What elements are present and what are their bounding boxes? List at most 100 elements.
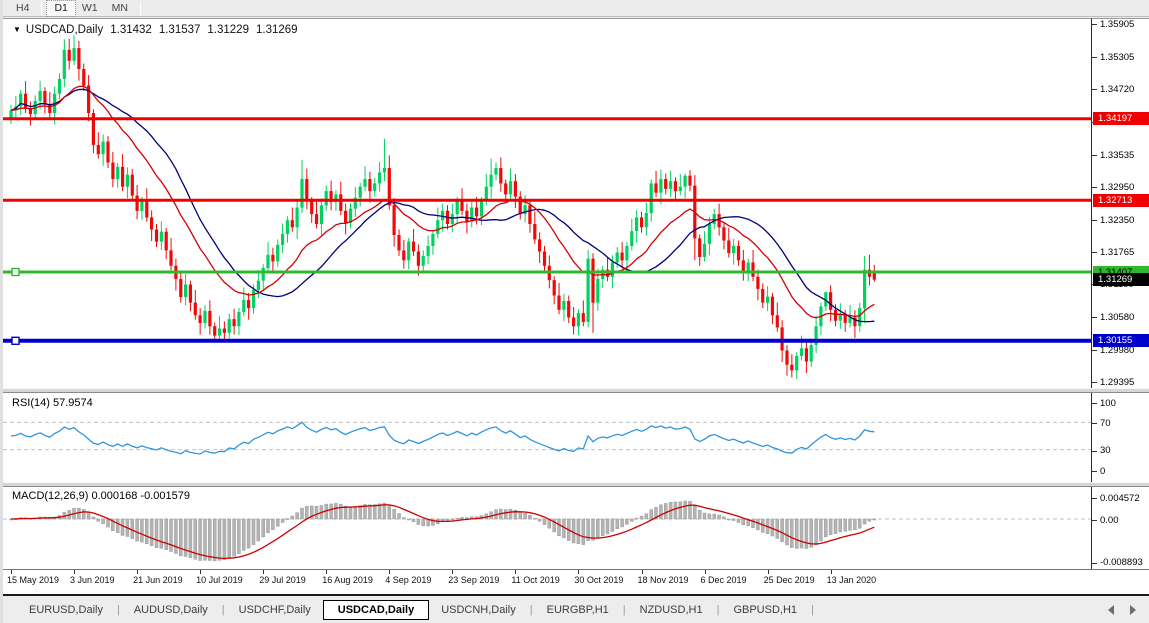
- macd-bar: [160, 519, 163, 548]
- macd-bar: [82, 509, 85, 519]
- macd-bar: [179, 519, 182, 556]
- macd-bar: [218, 519, 221, 560]
- price-tick-label: 1.35905: [1100, 19, 1134, 30]
- candle-body: [708, 224, 711, 244]
- candle-body: [465, 211, 468, 222]
- timeframe-button-MN[interactable]: MN: [105, 1, 135, 16]
- timeframe-button-H4[interactable]: H4: [9, 1, 36, 16]
- candle-body: [228, 319, 231, 333]
- macd-bar: [839, 519, 842, 532]
- candle-body: [475, 208, 478, 217]
- toolbar-separator: [140, 2, 141, 15]
- candle-body: [732, 246, 735, 253]
- macd-bar: [873, 519, 876, 520]
- rsi-panel[interactable]: [3, 393, 1091, 482]
- rsi-name: RSI(14): [12, 397, 50, 409]
- rsi-tick-label: 30: [1100, 445, 1111, 456]
- macd-bar: [155, 519, 158, 548]
- candle-body: [397, 235, 400, 250]
- panel-splitter[interactable]: [3, 388, 1149, 393]
- macd-bar: [596, 519, 599, 538]
- macd-bar: [92, 517, 95, 519]
- tab-usdchf-daily[interactable]: USDCHF,Daily: [227, 601, 323, 619]
- macd-bar: [722, 517, 725, 519]
- candle-body: [257, 281, 260, 290]
- tab-gbpusd-h1[interactable]: GBPUSD,H1: [721, 601, 809, 619]
- candle-body: [407, 242, 410, 261]
- line-anchor-marker[interactable]: [12, 269, 19, 276]
- macd-bar: [339, 504, 342, 519]
- macd-tick-label: 0.00: [1100, 515, 1119, 526]
- macd-bar: [635, 518, 638, 519]
- ohlc-close: 1.31269: [256, 24, 298, 36]
- candle-body: [645, 213, 648, 227]
- macd-bar: [87, 512, 90, 519]
- price-level-badge: 1.30155: [1093, 334, 1149, 347]
- timeframe-button-W1[interactable]: W1: [75, 1, 105, 16]
- candle-body: [567, 301, 570, 318]
- price-tick-label: 1.32950: [1100, 182, 1134, 193]
- panel-splitter[interactable]: [3, 482, 1149, 487]
- axis-tick: [1092, 220, 1097, 221]
- macd-bar: [208, 519, 211, 561]
- tab-usdcad-daily[interactable]: USDCAD,Daily: [323, 600, 429, 620]
- price-level-badge: 1.34197: [1093, 112, 1149, 125]
- price-tick-label: 1.33535: [1100, 150, 1134, 161]
- macd-tick-label: 0.004572: [1100, 493, 1140, 504]
- candle-body: [427, 246, 430, 256]
- price-level-badge: 1.32713: [1093, 194, 1149, 207]
- main-chart-plot[interactable]: [3, 18, 1091, 388]
- candle-body: [325, 191, 328, 205]
- axis-tick: [1092, 252, 1097, 253]
- macd-bar: [412, 519, 415, 522]
- macd-bar: [271, 519, 274, 530]
- macd-bar: [781, 519, 784, 542]
- tabs-scroll-left-icon[interactable]: [1108, 605, 1114, 615]
- tab-audusd-daily[interactable]: AUDUSD,Daily: [122, 601, 220, 619]
- macd-bar: [582, 519, 585, 545]
- candle-body: [266, 255, 269, 268]
- tab-usdcnh-daily[interactable]: USDCNH,Daily: [429, 601, 528, 619]
- candle-body: [621, 253, 624, 261]
- tab-eurgbp-h1[interactable]: EURGBP,H1: [535, 601, 621, 619]
- macd-bar: [868, 519, 871, 521]
- date-axis[interactable]: 15 May 20193 Jun 201921 Jun 201910 Jul 2…: [3, 569, 1149, 596]
- rsi-line: [11, 422, 874, 454]
- axis-tick: [1092, 155, 1097, 156]
- macd-bar: [102, 519, 105, 524]
- candle-body: [436, 220, 439, 234]
- macd-bar: [242, 519, 245, 550]
- date-label: 3 Jun 2019: [70, 575, 115, 585]
- candle-body: [373, 183, 376, 191]
- collapse-icon[interactable]: ▼: [13, 25, 21, 34]
- macd-bar: [291, 516, 294, 519]
- candle-body: [587, 259, 590, 322]
- macd-bar: [708, 514, 711, 519]
- macd-bar: [378, 504, 381, 519]
- candle-body: [761, 289, 764, 303]
- macd-bar: [650, 510, 653, 519]
- candle-body: [344, 211, 347, 223]
- line-anchor-marker[interactable]: [12, 337, 19, 344]
- ohlc-low: 1.31229: [207, 24, 249, 36]
- macd-bar: [863, 519, 866, 524]
- candle-body: [422, 256, 425, 266]
- axis-tick: [1092, 520, 1097, 521]
- candle-body: [165, 232, 168, 251]
- mt4-window: H4D1W1MN ▼USDCAD,Daily1.314321.315371.31…: [0, 0, 1149, 623]
- timeframe-button-D1[interactable]: D1: [47, 1, 74, 16]
- chart-tabs-bar: EURUSD,Daily|AUDUSD,Daily|USDCHF,DailyUS…: [3, 596, 1149, 623]
- date-tick: [705, 570, 706, 574]
- candle-body: [543, 252, 546, 266]
- candle-body: [703, 244, 706, 257]
- candle-body: [169, 250, 172, 265]
- tab-separator: |: [530, 604, 533, 616]
- candle-body: [863, 270, 866, 309]
- tab-nzdusd-h1[interactable]: NZDUSD,H1: [628, 601, 715, 619]
- candle-body: [858, 308, 861, 326]
- macd-bar: [305, 506, 308, 519]
- macd-bar: [451, 519, 454, 520]
- candle-body: [43, 91, 46, 105]
- tab-eurusd-daily[interactable]: EURUSD,Daily: [17, 601, 115, 619]
- tabs-scroll-right-icon[interactable]: [1130, 605, 1136, 615]
